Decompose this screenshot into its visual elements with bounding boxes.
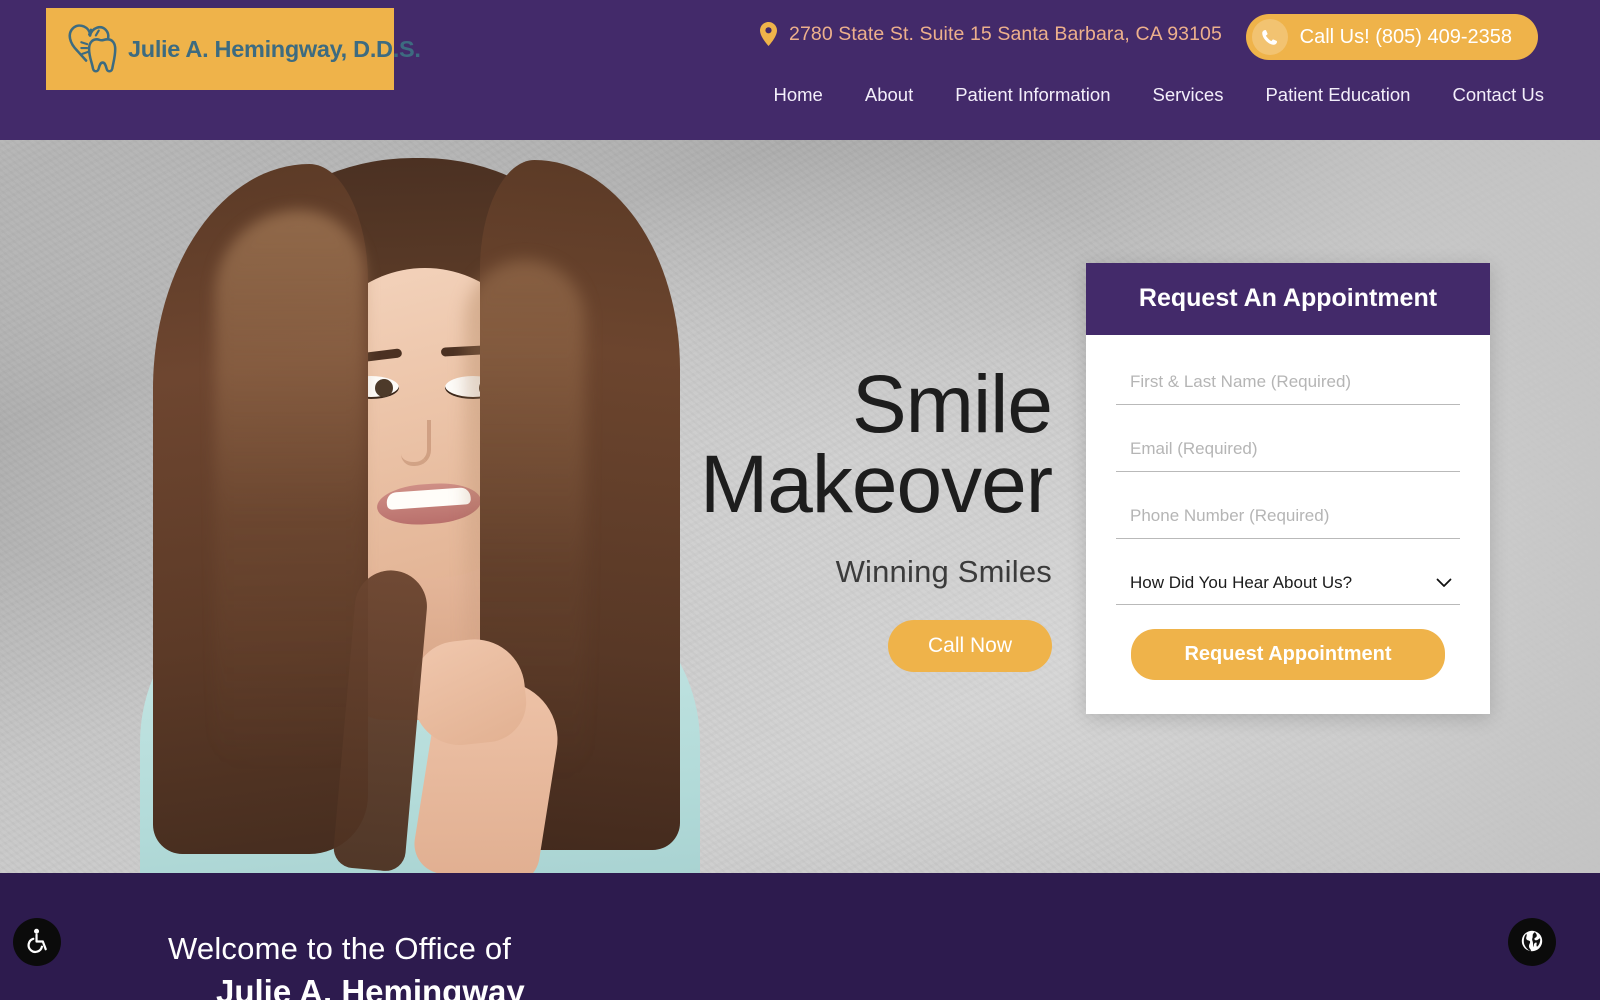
- map-pin-icon: [760, 22, 777, 46]
- referral-select-wrapper: How Did You Hear About Us?: [1116, 560, 1460, 605]
- appointment-form-body: How Did You Hear About Us? Request Appoi…: [1086, 335, 1490, 714]
- nav-item-about[interactable]: About: [844, 84, 934, 106]
- hero-heading: Smile Makeover: [632, 364, 1053, 526]
- language-widget-button[interactable]: [1508, 918, 1556, 966]
- hero-heading-line-2: Makeover: [699, 438, 1053, 530]
- nav-item-contact-us[interactable]: Contact Us: [1431, 84, 1544, 106]
- appointment-form-card: Request An Appointment How Did You Hear …: [1086, 263, 1490, 714]
- accessibility-widget-button[interactable]: [13, 918, 61, 966]
- hero-copy: Smile Makeover Winning Smiles Call Now: [632, 364, 1053, 673]
- nav-item-patient-information[interactable]: Patient Information: [934, 84, 1131, 106]
- wheelchair-accessibility-icon: [24, 927, 51, 957]
- site-header: Julie A. Hemingway, D.D.S. 2780 State St…: [0, 0, 1600, 140]
- email-input[interactable]: [1116, 426, 1460, 472]
- request-appointment-button[interactable]: Request Appointment: [1131, 629, 1445, 680]
- call-us-label: Call Us! (805) 409-2358: [1299, 25, 1512, 48]
- phone-input[interactable]: [1116, 493, 1460, 539]
- welcome-section: Welcome to the Office of Julie A. Heming…: [0, 873, 1600, 1000]
- nav-item-services[interactable]: Services: [1132, 84, 1245, 106]
- site-logo[interactable]: Julie A. Hemingway, D.D.S.: [46, 8, 421, 90]
- globe-icon: [1519, 928, 1545, 957]
- hero-heading-line-1: Smile: [851, 359, 1053, 450]
- page-root: Julie A. Hemingway, D.D.S. 2780 State St…: [0, 0, 1600, 1000]
- heart-tooth-icon: [60, 18, 122, 80]
- nav-item-home[interactable]: Home: [753, 84, 844, 106]
- logo-text: Julie A. Hemingway, D.D.S.: [128, 35, 421, 62]
- address-text: 2780 State St. Suite 15 Santa Barbara, C…: [789, 22, 1222, 45]
- call-us-button[interactable]: Call Us! (805) 409-2358: [1245, 14, 1538, 60]
- office-address: 2780 State St. Suite 15 Santa Barbara, C…: [760, 22, 1222, 46]
- hero-subheading: Winning Smiles: [835, 554, 1052, 590]
- hero-call-now-button[interactable]: Call Now: [887, 620, 1052, 673]
- referral-source-select[interactable]: How Did You Hear About Us?: [1116, 560, 1460, 605]
- full-name-input[interactable]: [1116, 359, 1460, 405]
- main-navigation: Home About Patient Information Services …: [753, 84, 1545, 106]
- appointment-form-title: Request An Appointment: [1086, 263, 1490, 335]
- phone-icon: [1251, 19, 1288, 55]
- welcome-heading-line-2: Julie A. Hemingway: [216, 973, 525, 1000]
- nav-item-patient-education[interactable]: Patient Education: [1244, 84, 1431, 106]
- welcome-heading-line-1: Welcome to the Office of: [168, 931, 512, 966]
